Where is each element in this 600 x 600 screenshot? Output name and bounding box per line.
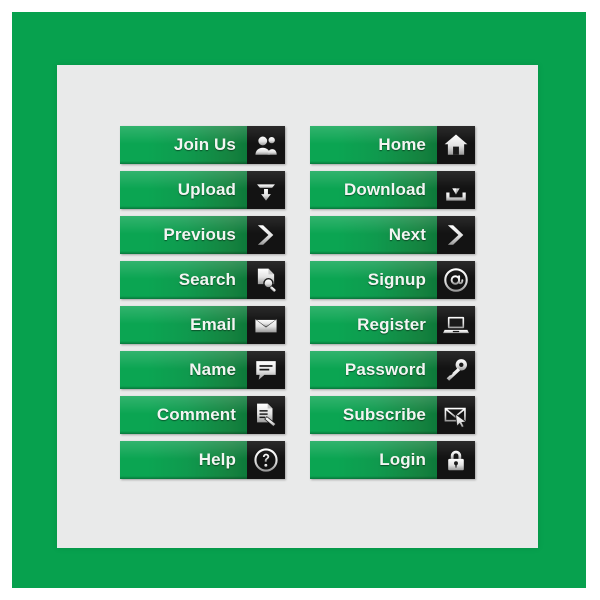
document-search-icon[interactable] <box>247 261 285 299</box>
button-login[interactable]: Login <box>310 441 475 479</box>
at-sign-icon[interactable] <box>437 261 475 299</box>
button-label-area[interactable]: Search <box>120 261 247 299</box>
laptop-icon[interactable] <box>437 306 475 344</box>
button-label-area[interactable]: Register <box>310 306 437 344</box>
button-subscribe[interactable]: Subscribe <box>310 396 475 434</box>
button-upload[interactable]: Upload <box>120 171 285 209</box>
button-label-area[interactable]: Help <box>120 441 247 479</box>
button-label: Subscribe <box>342 405 426 424</box>
button-label: Help <box>198 450 236 469</box>
button-label-area[interactable]: Name <box>120 351 247 389</box>
button-label: Home <box>378 135 426 154</box>
button-label-area[interactable]: Previous <box>120 216 247 254</box>
padlock-icon[interactable] <box>437 441 475 479</box>
button-join-us[interactable]: Join Us <box>120 126 285 164</box>
key-icon[interactable] <box>437 351 475 389</box>
button-signup[interactable]: Signup <box>310 261 475 299</box>
button-label-area[interactable]: Upload <box>120 171 247 209</box>
button-label-area[interactable]: Signup <box>310 261 437 299</box>
button-label: Login <box>379 450 426 469</box>
button-name[interactable]: Name <box>120 351 285 389</box>
button-label: Name <box>189 360 236 379</box>
speech-bubble-icon[interactable] <box>247 351 285 389</box>
button-comment[interactable]: Comment <box>120 396 285 434</box>
envelope-icon[interactable] <box>247 306 285 344</box>
button-label-area[interactable]: Next <box>310 216 437 254</box>
button-label-area[interactable]: Download <box>310 171 437 209</box>
button-label: Join Us <box>173 135 236 154</box>
button-label: Signup <box>367 270 426 289</box>
button-label-area[interactable]: Login <box>310 441 437 479</box>
button-label-area[interactable]: Home <box>310 126 437 164</box>
button-download[interactable]: Download <box>310 171 475 209</box>
button-home[interactable]: Home <box>310 126 475 164</box>
button-register[interactable]: Register <box>310 306 475 344</box>
write-document-icon[interactable] <box>247 396 285 434</box>
button-next[interactable]: Next <box>310 216 475 254</box>
button-label: Email <box>190 315 236 334</box>
download-arrow-icon[interactable] <box>437 171 475 209</box>
button-label: Comment <box>156 405 236 424</box>
button-label-area[interactable]: Password <box>310 351 437 389</box>
button-previous[interactable]: Previous <box>120 216 285 254</box>
button-password[interactable]: Password <box>310 351 475 389</box>
button-label-area[interactable]: Email <box>120 306 247 344</box>
button-label-area[interactable]: Join Us <box>120 126 247 164</box>
question-mark-icon[interactable] <box>247 441 285 479</box>
button-label: Previous <box>163 225 236 244</box>
button-label: Download <box>343 180 426 199</box>
button-label-area[interactable]: Comment <box>120 396 247 434</box>
screenshot-stage: Join Us Home Upload Download Previous Next Sea… <box>0 0 600 600</box>
house-icon[interactable] <box>437 126 475 164</box>
arrow-right-icon[interactable] <box>247 216 285 254</box>
button-label: Search <box>178 270 236 289</box>
button-email[interactable]: Email <box>120 306 285 344</box>
button-label: Upload <box>177 180 236 199</box>
button-help[interactable]: Help <box>120 441 285 479</box>
button-label: Password <box>344 360 426 379</box>
users-icon[interactable] <box>247 126 285 164</box>
upload-arrow-icon[interactable] <box>247 171 285 209</box>
envelope-cursor-icon[interactable] <box>437 396 475 434</box>
button-search[interactable]: Search <box>120 261 285 299</box>
button-label: Register <box>357 315 426 334</box>
button-label-area[interactable]: Subscribe <box>310 396 437 434</box>
arrow-right-icon[interactable] <box>437 216 475 254</box>
button-grid: Join Us Home Upload Download Previous Next Sea… <box>120 126 475 480</box>
button-label: Next <box>388 225 426 244</box>
